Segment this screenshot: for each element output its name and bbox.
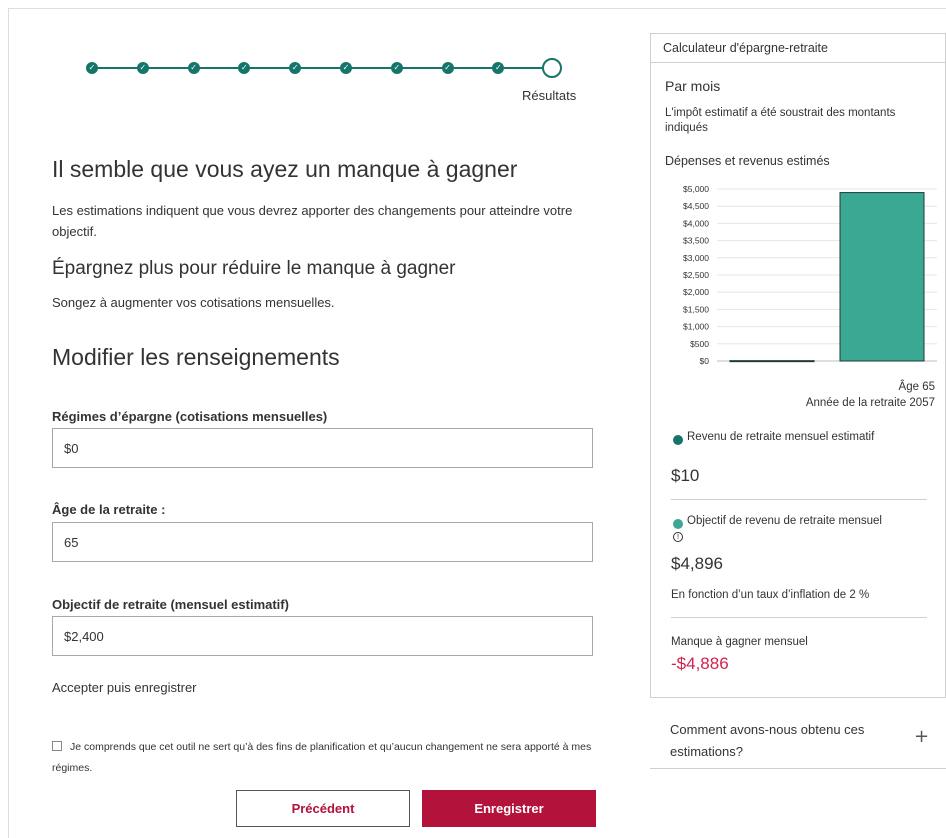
y-tick-label: $2,500 bbox=[683, 270, 709, 280]
chart-title: Dépenses et revenus estimés bbox=[665, 154, 830, 168]
progress-step-complete-5: ✓ bbox=[289, 62, 302, 74]
consent-checkbox[interactable] bbox=[52, 741, 62, 751]
y-tick-label: $0 bbox=[700, 356, 710, 366]
plus-icon: + bbox=[914, 726, 930, 747]
save-button[interactable]: Enregistrer bbox=[422, 790, 596, 827]
y-tick-label: $4,000 bbox=[683, 218, 709, 228]
shortfall-value: -$4,886 bbox=[671, 654, 729, 673]
goal-label: Objectif de retraite (mensuel estimatif) bbox=[52, 597, 289, 612]
progress-step-label: Résultats bbox=[522, 88, 577, 103]
progress-line bbox=[92, 67, 550, 69]
previous-button[interactable]: Précédent bbox=[236, 790, 410, 827]
progress-step-current bbox=[542, 58, 562, 78]
income-label: Revenu de retraite mensuel estimatif bbox=[687, 431, 875, 443]
y-tick-label: $1,000 bbox=[683, 322, 709, 332]
y-tick-label: $3,500 bbox=[683, 236, 709, 246]
chart-bar-2[interactable] bbox=[839, 192, 925, 362]
goal-income-label: Objectif de revenu de retraite mensuel bbox=[687, 515, 882, 527]
info-icon[interactable]: ! bbox=[673, 532, 683, 542]
faq-label: Comment avons-nous obtenu ces estimation… bbox=[670, 722, 865, 759]
divider bbox=[671, 499, 927, 500]
income-value: $10 bbox=[671, 466, 700, 485]
age-label: Âge 65 bbox=[898, 381, 935, 393]
progress-step-complete-2: ✓ bbox=[136, 62, 149, 74]
y-tick-label: $3,000 bbox=[683, 253, 709, 263]
intro-text: Les estimations indiquent que vous devre… bbox=[52, 203, 573, 239]
progress-step-complete-3: ✓ bbox=[187, 62, 200, 74]
y-tick-label: $2,000 bbox=[683, 287, 709, 297]
save-more-heading: Épargnez plus pour réduire le manque à g… bbox=[52, 258, 456, 279]
save-more-text: Songez à augmenter vos cotisations mensu… bbox=[52, 295, 335, 310]
retirement-year-label: Année de la retraite 2057 bbox=[805, 397, 935, 409]
y-tick-label: $1,500 bbox=[683, 304, 709, 314]
retirement-age-label: Âge de la retraite : bbox=[52, 502, 166, 517]
progress-step-complete-9: ✓ bbox=[492, 62, 505, 74]
progress-step-complete-6: ✓ bbox=[340, 62, 352, 74]
panel-title: Calculateur d'épargne-retraite bbox=[663, 41, 828, 55]
progress-stepper: ✓ ✓ ✓ ✓ ✓ ✓ ✓ ✓ ✓ bbox=[84, 58, 564, 78]
progress-step-complete-8: ✓ bbox=[441, 62, 454, 74]
progress-step-complete-7: ✓ bbox=[390, 62, 403, 74]
period-label: Par mois bbox=[665, 78, 721, 94]
y-tick-label: $5,000 bbox=[683, 184, 709, 194]
calculator-panel: Calculateur d'épargne-retraite Par mois … bbox=[650, 33, 946, 698]
page-title: Il semble que vous ayez un manque à gagn… bbox=[52, 156, 518, 182]
goal-income-value: $4,896 bbox=[671, 554, 723, 573]
retirement-age-input[interactable] bbox=[52, 522, 593, 562]
consent-text: Je comprends que cet outil ne sert qu’à … bbox=[52, 741, 592, 774]
income-legend-dot bbox=[673, 435, 683, 445]
tax-note: L'impôt estimatif a été soustrait des mo… bbox=[665, 107, 896, 134]
faq-accordion[interactable]: Comment avons-nous obtenu ces estimation… bbox=[650, 706, 946, 769]
progress-step-complete-1: ✓ bbox=[86, 62, 98, 74]
panel-divider bbox=[651, 62, 946, 63]
progress-step-complete-4: ✓ bbox=[238, 62, 251, 74]
goal-legend-dot bbox=[673, 519, 683, 529]
accept-save-link[interactable]: Accepter puis enregistrer bbox=[52, 680, 197, 695]
goal-input[interactable] bbox=[52, 616, 593, 656]
chart-bar-1[interactable] bbox=[729, 360, 815, 363]
income-chart: $0 $500 $1,000 $1,500 $2,000 $2,500 $3,000 $3,5… bbox=[683, 184, 937, 366]
y-tick-label: $500 bbox=[690, 339, 709, 349]
savings-label: Régimes d’épargne (cotisations mensuelle… bbox=[52, 409, 328, 424]
consent-row: Je comprends que cet outil ne sert qu’à … bbox=[52, 737, 597, 779]
savings-input[interactable] bbox=[52, 428, 593, 468]
shortfall-label: Manque à gagner mensuel bbox=[671, 636, 808, 648]
inflation-note: En fonction d’un taux d’inflation de 2 % bbox=[671, 589, 870, 601]
modify-heading: Modifier les renseignements bbox=[52, 344, 340, 370]
y-tick-label: $4,500 bbox=[683, 201, 709, 211]
divider bbox=[671, 617, 927, 618]
